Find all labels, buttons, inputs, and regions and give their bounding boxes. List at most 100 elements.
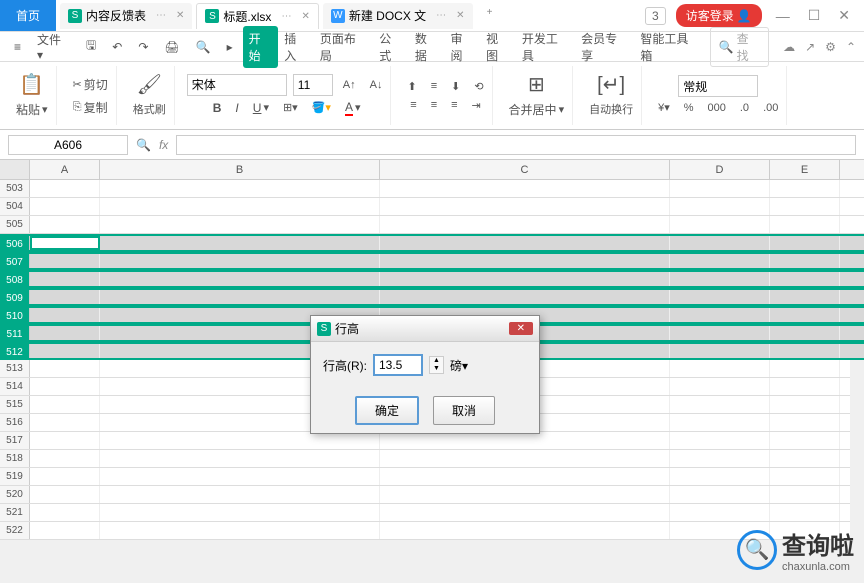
ribbon-tab[interactable]: 公式 bbox=[373, 26, 409, 68]
cell[interactable] bbox=[30, 360, 100, 377]
file-menu[interactable]: 文件 ▾ bbox=[31, 28, 76, 65]
table-row[interactable]: 521 bbox=[0, 504, 864, 522]
table-row[interactable]: 509 bbox=[0, 288, 864, 306]
cell[interactable] bbox=[770, 378, 840, 395]
underline-button[interactable]: U▾ bbox=[249, 99, 273, 117]
tab-options-icon[interactable]: ⋯ bbox=[281, 11, 291, 22]
cell[interactable] bbox=[670, 360, 770, 377]
ribbon-tab[interactable]: 开发工具 bbox=[516, 26, 575, 68]
cell[interactable] bbox=[770, 198, 840, 215]
align-middle-icon[interactable]: ≡ bbox=[427, 78, 441, 94]
cell[interactable] bbox=[380, 198, 670, 215]
cell[interactable] bbox=[770, 414, 840, 431]
row-header[interactable]: 515 bbox=[0, 396, 30, 413]
cell[interactable] bbox=[30, 468, 100, 485]
table-row[interactable]: 508 bbox=[0, 270, 864, 288]
table-row[interactable]: 517 bbox=[0, 432, 864, 450]
align-center-icon[interactable]: ≡ bbox=[427, 97, 441, 113]
row-header[interactable]: 522 bbox=[0, 522, 30, 539]
cell[interactable] bbox=[380, 468, 670, 485]
cell[interactable] bbox=[380, 216, 670, 233]
cell[interactable] bbox=[670, 272, 770, 286]
cell[interactable] bbox=[380, 504, 670, 521]
cell[interactable] bbox=[670, 396, 770, 413]
wrap-button[interactable]: 自动换行 bbox=[585, 99, 637, 119]
cell[interactable] bbox=[770, 344, 840, 358]
name-box[interactable] bbox=[8, 135, 128, 155]
row-header[interactable]: 514 bbox=[0, 378, 30, 395]
border-button[interactable]: ⊞▾ bbox=[279, 99, 302, 116]
table-row[interactable]: 503 bbox=[0, 180, 864, 198]
cell[interactable] bbox=[30, 198, 100, 215]
cancel-button[interactable]: 取消 bbox=[433, 396, 495, 425]
cell[interactable] bbox=[670, 486, 770, 503]
close-button[interactable]: ✕ bbox=[834, 5, 854, 26]
column-header[interactable]: E bbox=[770, 160, 840, 179]
ok-button[interactable]: 确定 bbox=[355, 396, 419, 425]
row-header[interactable]: 505 bbox=[0, 216, 30, 233]
table-row[interactable]: 506 bbox=[0, 234, 864, 252]
cell[interactable] bbox=[30, 272, 100, 286]
cell[interactable] bbox=[30, 326, 100, 340]
cell[interactable] bbox=[100, 432, 380, 449]
percent-icon[interactable]: % bbox=[680, 100, 698, 116]
cell[interactable] bbox=[670, 414, 770, 431]
table-row[interactable]: 507 bbox=[0, 252, 864, 270]
guest-login-button[interactable]: 访客登录👤 bbox=[676, 4, 762, 27]
row-header[interactable]: 507 bbox=[0, 254, 30, 268]
cell[interactable] bbox=[100, 486, 380, 503]
cell[interactable] bbox=[770, 236, 840, 250]
row-header[interactable]: 506 bbox=[0, 236, 30, 250]
cell[interactable] bbox=[380, 272, 670, 286]
cell[interactable] bbox=[670, 198, 770, 215]
merge-icon[interactable]: ⊞ bbox=[528, 72, 545, 97]
document-tab[interactable]: S内容反馈表⋯✕ bbox=[60, 3, 192, 29]
cell[interactable] bbox=[770, 468, 840, 485]
ribbon-tab[interactable]: 页面布局 bbox=[314, 26, 373, 68]
cell[interactable] bbox=[30, 396, 100, 413]
cell[interactable] bbox=[770, 290, 840, 304]
column-header[interactable]: C bbox=[380, 160, 670, 179]
row-header[interactable]: 513 bbox=[0, 360, 30, 377]
align-right-icon[interactable]: ≡ bbox=[447, 97, 461, 113]
cell[interactable] bbox=[30, 522, 100, 539]
row-height-spinner[interactable]: ▲▼ bbox=[429, 356, 444, 374]
cell[interactable] bbox=[30, 180, 100, 197]
cell[interactable] bbox=[770, 486, 840, 503]
cell[interactable] bbox=[770, 450, 840, 467]
format-painter-icon[interactable]: 🖌 bbox=[137, 72, 162, 97]
cell[interactable] bbox=[380, 180, 670, 197]
cell[interactable] bbox=[770, 432, 840, 449]
row-header[interactable]: 509 bbox=[0, 290, 30, 304]
vertical-scrollbar[interactable] bbox=[850, 360, 864, 540]
cell[interactable] bbox=[670, 504, 770, 521]
ribbon-tab[interactable]: 视图 bbox=[480, 26, 516, 68]
cell[interactable] bbox=[30, 450, 100, 467]
cell[interactable] bbox=[30, 504, 100, 521]
row-header[interactable]: 503 bbox=[0, 180, 30, 197]
app-menu-icon[interactable]: ≡ bbox=[8, 37, 27, 57]
row-header[interactable]: 510 bbox=[0, 308, 30, 322]
row-header[interactable]: 518 bbox=[0, 450, 30, 467]
cell[interactable] bbox=[100, 198, 380, 215]
home-tab[interactable]: 首页 bbox=[0, 0, 56, 31]
ribbon-tab[interactable]: 会员专享 bbox=[575, 26, 634, 68]
cell[interactable] bbox=[380, 254, 670, 268]
format-painter-button[interactable]: 格式刷 bbox=[129, 99, 170, 119]
cell[interactable] bbox=[770, 504, 840, 521]
currency-icon[interactable]: ¥▾ bbox=[654, 99, 674, 116]
row-header[interactable]: 511 bbox=[0, 326, 30, 340]
cell[interactable] bbox=[770, 326, 840, 340]
indent-icon[interactable]: ⇥ bbox=[468, 97, 485, 114]
merge-button[interactable]: 合并居中▾ bbox=[505, 99, 569, 120]
cell[interactable] bbox=[770, 308, 840, 322]
table-row[interactable]: 522 bbox=[0, 522, 864, 540]
row-header[interactable]: 512 bbox=[0, 344, 30, 358]
preview-icon[interactable]: 🔍 bbox=[190, 37, 217, 57]
row-header[interactable]: 519 bbox=[0, 468, 30, 485]
cell[interactable] bbox=[100, 522, 380, 539]
collapse-icon[interactable]: ⌃ bbox=[846, 40, 856, 54]
cut-button[interactable]: ✂ 剪切 bbox=[69, 74, 112, 95]
font-size-select[interactable] bbox=[293, 74, 333, 96]
select-all-corner[interactable] bbox=[0, 160, 30, 179]
